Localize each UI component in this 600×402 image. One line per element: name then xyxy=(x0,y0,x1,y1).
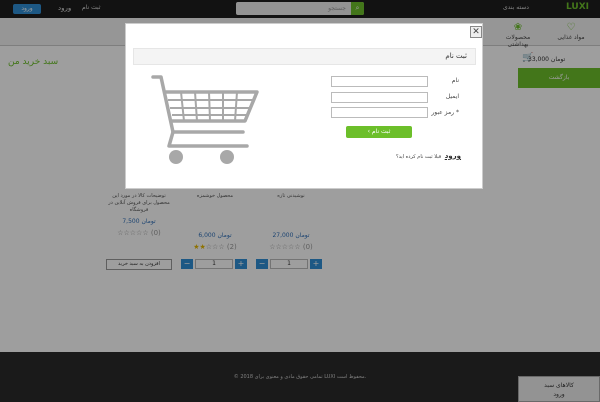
register-modal: ✕ ثبت نام نام ایمیل رمز عبور * ‹ ثبت نام xyxy=(125,23,483,189)
modal-title: ثبت نام xyxy=(445,52,467,60)
email-field[interactable] xyxy=(331,92,428,103)
already-text: قبلا ثبت نام کرده اید؟ xyxy=(396,154,442,160)
close-icon[interactable]: ✕ xyxy=(470,26,482,38)
already-registered: ورود قبلا ثبت نام کرده اید؟ xyxy=(396,152,461,160)
modal-header: ثبت نام xyxy=(133,48,476,65)
login-link[interactable]: ورود xyxy=(445,152,461,160)
name-field[interactable] xyxy=(331,76,428,87)
password-field[interactable] xyxy=(331,107,428,118)
shopping-cart-icon xyxy=(151,75,259,164)
register-submit-button[interactable]: ‹ ثبت نام xyxy=(346,126,412,138)
chevron-left-icon: ‹ xyxy=(367,128,370,135)
submit-label: ثبت نام xyxy=(371,128,391,135)
